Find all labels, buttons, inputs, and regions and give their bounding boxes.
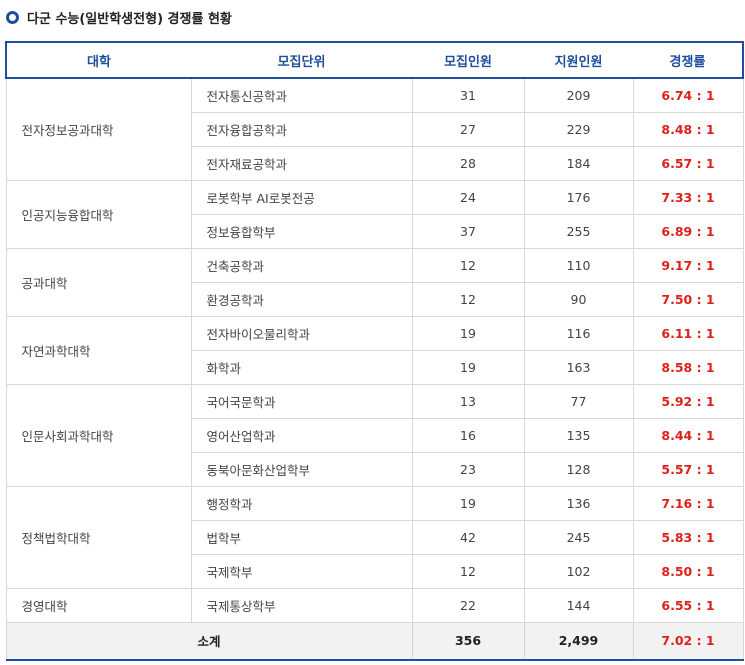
applicants-value: 255	[523, 213, 634, 249]
applicants-value: 135	[523, 417, 634, 453]
header-applicants: 지원인원	[524, 41, 633, 79]
quota-value: 22	[411, 587, 525, 623]
ratio-value: 5.83 : 1	[632, 519, 744, 555]
department-name: 동북아문화산업학부	[190, 451, 413, 487]
ratio-value: 8.58 : 1	[632, 349, 744, 385]
college-name: 전자정보공과대학	[5, 77, 192, 181]
ratio-value: 6.74 : 1	[632, 77, 744, 113]
college-name: 정책법학대학	[5, 485, 192, 589]
total-label: 소계	[5, 621, 413, 661]
college-name: 공과대학	[5, 247, 192, 317]
quota-value: 24	[411, 179, 525, 215]
table-row: 인문사회과학대학 국어국문학과 13 77 5.92 : 1	[5, 383, 744, 487]
total-row: 소계 356 2,499 7.02 : 1	[5, 621, 744, 661]
quota-value: 13	[411, 383, 525, 419]
applicants-value: 110	[523, 247, 634, 283]
total-quota: 356	[411, 621, 525, 661]
quota-value: 19	[411, 315, 525, 351]
applicants-value: 128	[523, 451, 634, 487]
department-name: 건축공학과	[190, 247, 413, 283]
department-name: 화학과	[190, 349, 413, 385]
ratio-value: 7.16 : 1	[632, 485, 744, 521]
section-title-row: 다군 수능(일반학생전형) 경쟁률 현황	[6, 7, 232, 27]
quota-value: 23	[411, 451, 525, 487]
ratio-value: 9.17 : 1	[632, 247, 744, 283]
table-row: 공과대학 건축공학과 12 110 9.17 : 1	[5, 247, 744, 317]
quota-value: 28	[411, 145, 525, 181]
department-name: 법학부	[190, 519, 413, 555]
table-row: 경영대학 국제통상학부 22 144 6.55 : 1	[5, 587, 744, 623]
quota-value: 12	[411, 281, 525, 317]
department-name: 국제통상학부	[190, 587, 413, 623]
applicants-value: 90	[523, 281, 634, 317]
competition-table: 대학 모집단위 모집인원 지원인원 경쟁률 전자정보공과대학 전자통신공학과 31 2…	[5, 41, 744, 661]
college-name: 자연과학대학	[5, 315, 192, 385]
department-name: 행정학과	[190, 485, 413, 521]
ratio-value: 6.89 : 1	[632, 213, 744, 249]
department-name: 정보융합학부	[190, 213, 413, 249]
department-name: 국제학부	[190, 553, 413, 589]
applicants-value: 102	[523, 553, 634, 589]
ratio-value: 5.57 : 1	[632, 451, 744, 487]
quota-value: 16	[411, 417, 525, 453]
ratio-value: 6.11 : 1	[632, 315, 744, 351]
ratio-value: 7.33 : 1	[632, 179, 744, 215]
department-name: 전자재료공학과	[190, 145, 413, 181]
college-name: 인공지능융합대학	[5, 179, 192, 249]
circle-bullet-icon	[6, 10, 19, 24]
applicants-value: 209	[523, 77, 634, 113]
quota-value: 42	[411, 519, 525, 555]
ratio-value: 8.50 : 1	[632, 553, 744, 589]
header-college: 대학	[5, 41, 191, 79]
quota-value: 27	[411, 111, 525, 147]
department-name: 영어산업학과	[190, 417, 413, 453]
applicants-value: 77	[523, 383, 634, 419]
ratio-value: 7.50 : 1	[632, 281, 744, 317]
quota-value: 19	[411, 485, 525, 521]
quota-value: 37	[411, 213, 525, 249]
quota-value: 12	[411, 553, 525, 589]
applicants-value: 229	[523, 111, 634, 147]
table-header-row: 대학 모집단위 모집인원 지원인원 경쟁률	[5, 41, 744, 79]
header-quota: 모집인원	[412, 41, 524, 79]
header-ratio: 경쟁률	[633, 41, 744, 79]
table-row: 인공지능융합대학 로봇학부 AI로봇전공 24 176 7.33 : 1	[5, 179, 744, 249]
ratio-value: 8.48 : 1	[632, 111, 744, 147]
table-row: 자연과학대학 전자바이오물리학과 19 116 6.11 : 1	[5, 315, 744, 385]
college-name: 경영대학	[5, 587, 192, 623]
quota-value: 31	[411, 77, 525, 113]
applicants-value: 116	[523, 315, 634, 351]
college-name: 인문사회과학대학	[5, 383, 192, 487]
ratio-value: 6.57 : 1	[632, 145, 744, 181]
quota-value: 19	[411, 349, 525, 385]
total-applicants: 2,499	[523, 621, 634, 661]
applicants-value: 184	[523, 145, 634, 181]
applicants-value: 176	[523, 179, 634, 215]
applicants-value: 136	[523, 485, 634, 521]
ratio-value: 8.44 : 1	[632, 417, 744, 453]
ratio-value: 6.55 : 1	[632, 587, 744, 623]
applicants-value: 245	[523, 519, 634, 555]
table-body: 전자정보공과대학 전자통신공학과 31 209 6.74 : 1 전자융합공학과 27 229…	[5, 77, 744, 661]
header-department: 모집단위	[191, 41, 412, 79]
table-row: 전자정보공과대학 전자통신공학과 31 209 6.74 : 1	[5, 77, 744, 181]
table-row: 정책법학대학 행정학과 19 136 7.16 : 1	[5, 485, 744, 589]
ratio-value: 5.92 : 1	[632, 383, 744, 419]
department-name: 전자융합공학과	[190, 111, 413, 147]
department-name: 전자통신공학과	[190, 77, 413, 113]
applicants-value: 144	[523, 587, 634, 623]
department-name: 국어국문학과	[190, 383, 413, 419]
quota-value: 12	[411, 247, 525, 283]
department-name: 환경공학과	[190, 281, 413, 317]
applicants-value: 163	[523, 349, 634, 385]
department-name: 전자바이오물리학과	[190, 315, 413, 351]
department-name: 로봇학부 AI로봇전공	[190, 179, 413, 215]
total-ratio: 7.02 : 1	[632, 621, 744, 661]
section-title: 다군 수능(일반학생전형) 경쟁률 현황	[27, 11, 232, 27]
